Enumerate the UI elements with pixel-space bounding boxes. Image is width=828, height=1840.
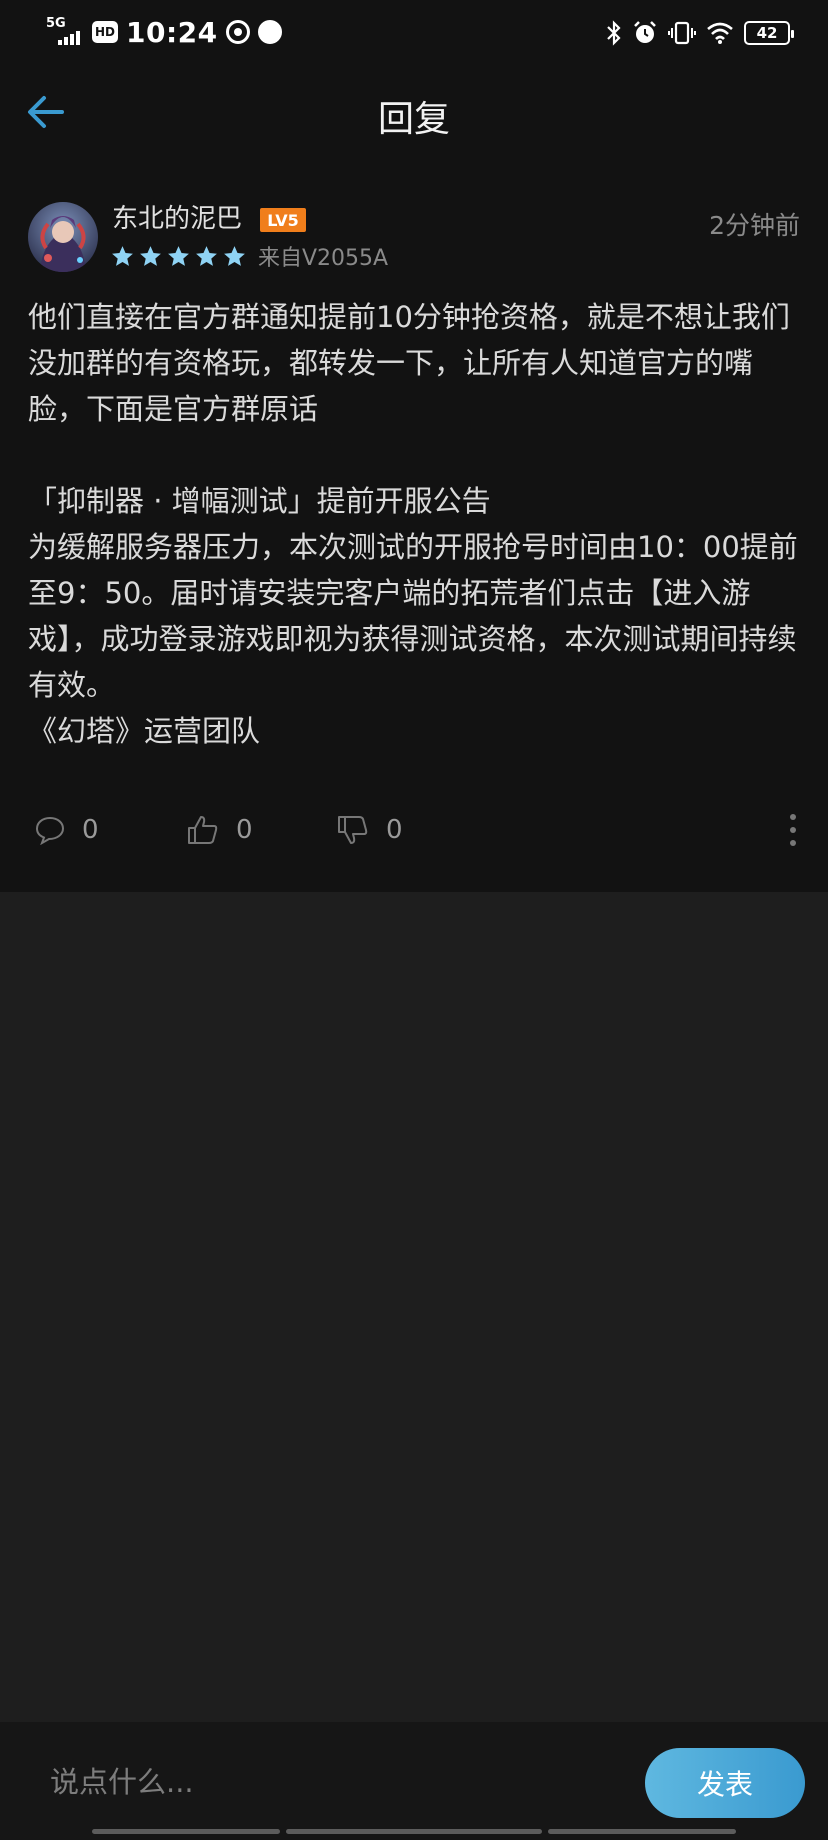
star-icon — [140, 246, 161, 266]
post-content: 他们直接在官方群通知提前10分钟抢资格，就是不想让我们没加群的有资格玩，都转发一… — [28, 294, 808, 754]
comment-button[interactable]: 0 — [34, 802, 99, 858]
rating-stars — [110, 244, 247, 269]
star-icon — [112, 246, 133, 266]
star-icon — [224, 246, 245, 266]
bluetooth-icon — [607, 20, 621, 46]
vibrate-icon — [668, 21, 696, 45]
thumbs-up-icon — [188, 816, 218, 844]
post-source: 来自V2055A — [258, 246, 389, 271]
username[interactable]: 东北的泥巴 — [112, 202, 242, 236]
nav-bar-segment — [92, 1829, 280, 1834]
status-right: 42 — [606, 16, 794, 50]
content-paragraph: 他们直接在官方群通知提前10分钟抢资格，就是不想让我们没加群的有资格玩，都转发一… — [28, 300, 790, 426]
content-paragraph: 「抑制器 · 增幅测试」提前开服公告 — [28, 484, 491, 518]
hd-icon: HD — [92, 21, 118, 43]
dislike-count: 0 — [386, 815, 403, 845]
level-badge: LV5 — [260, 208, 306, 232]
alarm-icon — [634, 21, 656, 43]
signal-icon: 5G — [46, 17, 84, 47]
send-button[interactable]: 发表 — [645, 1748, 805, 1818]
battery-icon: 42 — [744, 21, 794, 45]
more-dot-icon — [790, 827, 796, 833]
clock: 10:24 — [126, 15, 218, 49]
content-paragraph: 为缓解服务器压力，本次测试的开服抢号时间由10：00提前至9：50。届时请安装完… — [28, 530, 798, 702]
network-type: 5G — [46, 16, 66, 31]
page-title: 回复 — [377, 99, 450, 140]
like-count: 0 — [236, 815, 253, 845]
more-dot-icon — [790, 814, 796, 820]
post-time: 2分钟前 — [709, 211, 800, 240]
avatar[interactable] — [28, 202, 98, 272]
app-header: 回复 — [0, 64, 828, 162]
nav-bar-segment — [286, 1829, 542, 1834]
like-button[interactable]: 0 — [186, 802, 253, 858]
app-notification-icon — [257, 20, 282, 44]
star-icon — [168, 246, 189, 266]
dislike-button[interactable]: 0 — [336, 802, 403, 858]
more-options-button[interactable] — [778, 806, 808, 854]
status-left: 5G HD 10:24 — [46, 14, 282, 50]
nav-bar-segment — [548, 1829, 736, 1834]
comment-icon — [35, 816, 65, 845]
wifi-icon — [707, 22, 733, 44]
status-bar: 5G HD 10:24 42 — [0, 0, 828, 64]
reply-bar: 发表 — [0, 1722, 828, 1840]
content-paragraph: 《幻塔》运营团队 — [28, 714, 261, 748]
post-actions: 0 0 0 — [0, 802, 828, 858]
more-dot-icon — [790, 840, 796, 846]
thumbs-down-icon — [338, 816, 368, 844]
star-icon — [196, 246, 217, 266]
avatar-image — [28, 202, 98, 272]
comment-count: 0 — [82, 815, 99, 845]
sync-icon — [225, 20, 250, 44]
reply-input[interactable] — [30, 1746, 610, 1818]
reply-screen: 5G HD 10:24 42 回复 东北的泥巴 LV5 来自V2055A 2分钟… — [0, 0, 828, 1840]
post-card: 东北的泥巴 LV5 来自V2055A 2分钟前 他们直接在官方群通知提前10分钟… — [0, 162, 828, 892]
